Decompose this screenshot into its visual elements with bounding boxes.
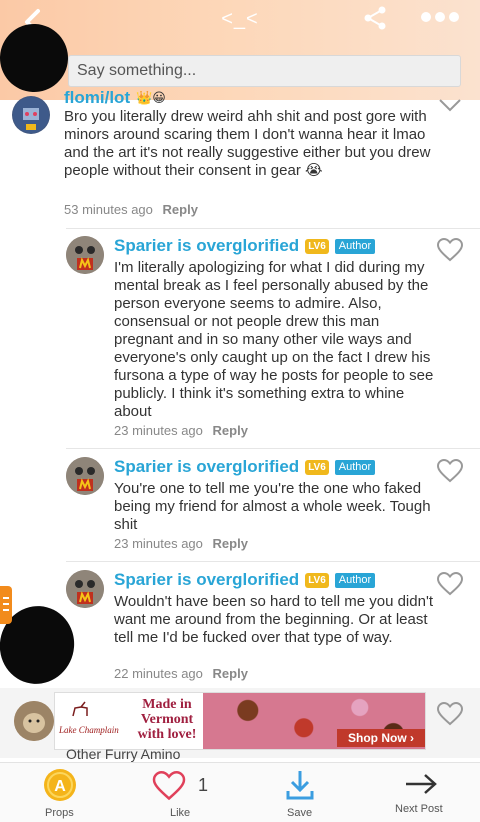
comment-header: Sparier is overglorified LV6 Author xyxy=(114,456,376,478)
avatar[interactable] xyxy=(14,701,54,741)
comment-text: Bro you literally drew weird ahh shit an… xyxy=(64,108,431,179)
arrow-right-icon xyxy=(406,774,437,794)
reply-link[interactable]: Reply xyxy=(163,202,198,217)
props-button[interactable]: A Props xyxy=(38,763,82,822)
comment: Sparier is overglorified LV6 Author I'm … xyxy=(0,230,480,445)
ad-logo-text: Lake Champlain xyxy=(59,725,119,735)
shop-now-button[interactable]: Shop Now › xyxy=(337,729,425,747)
comment-time: 23 minutes ago xyxy=(114,536,203,551)
bottom-bar: A Props 1 Like Save Next Post xyxy=(0,762,480,822)
comment-meta: 22 minutes ago Reply xyxy=(114,666,248,681)
comment-header: flomi/lot 👑😀 xyxy=(64,87,166,109)
avatar[interactable] xyxy=(66,570,104,608)
chevron-down-icon[interactable] xyxy=(437,94,463,118)
divider xyxy=(66,561,480,562)
ad-headline: Made in Vermont with love! xyxy=(137,697,197,742)
comment: Sparier is overglorified LV6 Author You'… xyxy=(0,451,480,557)
comment-time: 23 minutes ago xyxy=(114,423,203,438)
coin-icon: A xyxy=(44,769,76,801)
robot-avatar-icon xyxy=(13,97,49,133)
comment-text: I'm literally apologizing for what I did… xyxy=(114,259,434,420)
save-label: Save xyxy=(287,807,313,819)
divider xyxy=(66,448,480,449)
comment-header: Sparier is overglorified LV6 Author xyxy=(114,569,376,591)
like-count: 1 xyxy=(198,775,209,795)
like-label: Like xyxy=(170,807,191,819)
avatar[interactable] xyxy=(66,457,104,495)
heart-icon xyxy=(152,771,186,801)
dog-avatar-icon xyxy=(14,701,54,741)
comment-text: You're one to tell me you're the one who… xyxy=(114,480,431,533)
owl-avatar-icon xyxy=(66,570,104,608)
level-badge: LV6 xyxy=(305,572,329,588)
next-post-button[interactable]: Next Post xyxy=(392,763,452,822)
heart-icon[interactable] xyxy=(437,702,463,726)
comment-meta: 23 minutes ago Reply xyxy=(114,423,248,438)
svg-text:A: A xyxy=(54,778,66,795)
level-badge: LV6 xyxy=(305,238,329,254)
avatar[interactable] xyxy=(66,236,104,274)
author-badge: Author xyxy=(334,238,376,254)
share-icon[interactable] xyxy=(362,5,388,31)
author-badge: Author xyxy=(334,572,376,588)
download-icon xyxy=(286,771,314,800)
comment-text: Wouldn't have been so hard to tell me yo… xyxy=(114,593,433,646)
ad-banner[interactable]: Lake Champlain Made in Vermont with love… xyxy=(54,692,426,750)
heart-icon[interactable] xyxy=(437,459,463,483)
comment-header: Sparier is overglorified LV6 Author xyxy=(114,235,376,257)
next-post-label: Next Post xyxy=(395,803,443,815)
comment-time: 22 minutes ago xyxy=(114,666,203,681)
username[interactable]: flomi/lot xyxy=(64,88,130,108)
username[interactable]: Sparier is overglorified xyxy=(114,457,299,477)
more-dots-icon[interactable] xyxy=(420,10,460,24)
comment: flomi/lot 👑😀 Bro you literally drew weir… xyxy=(0,88,480,228)
reply-link[interactable]: Reply xyxy=(213,536,248,551)
comment: Sparier is overglorified LV6 Author Woul… xyxy=(0,564,480,688)
heart-icon[interactable] xyxy=(437,238,463,262)
reply-link[interactable]: Reply xyxy=(213,666,248,681)
side-menu-tab[interactable] xyxy=(0,586,12,624)
comment-meta: 53 minutes ago Reply xyxy=(64,202,198,217)
heart-icon[interactable] xyxy=(437,572,463,596)
comment-meta: 23 minutes ago Reply xyxy=(114,536,248,551)
avatar[interactable] xyxy=(12,96,50,134)
save-button[interactable]: Save xyxy=(282,763,318,822)
emoji-icon: 👑😀 xyxy=(136,90,166,105)
community-name: Other Furry Amino xyxy=(66,746,181,762)
owl-avatar-icon xyxy=(66,457,104,495)
page-title: <_< xyxy=(221,8,259,30)
comment-time: 53 minutes ago xyxy=(64,202,153,217)
author-badge: Author xyxy=(334,459,376,475)
deer-logo-icon xyxy=(72,701,88,717)
username[interactable]: Sparier is overglorified xyxy=(114,570,299,590)
like-button[interactable]: 1 Like xyxy=(152,763,222,822)
username[interactable]: Sparier is overglorified xyxy=(114,236,299,256)
level-badge: LV6 xyxy=(305,459,329,475)
props-label: Props xyxy=(45,807,74,819)
comment-input[interactable] xyxy=(68,55,461,87)
divider xyxy=(66,228,480,229)
reply-link[interactable]: Reply xyxy=(213,423,248,438)
owl-avatar-icon xyxy=(66,236,104,274)
